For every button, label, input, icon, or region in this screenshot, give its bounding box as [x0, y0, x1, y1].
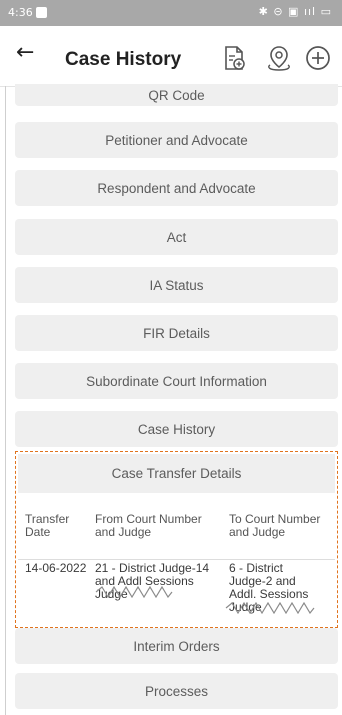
act-button[interactable]: Act: [15, 219, 338, 255]
ia-status-button[interactable]: IA Status: [15, 267, 338, 303]
location-pin-icon[interactable]: [265, 44, 293, 72]
petitioner-advocate-button[interactable]: Petitioner and Advocate: [15, 122, 338, 158]
interim-orders-button[interactable]: Interim Orders: [15, 628, 338, 664]
status-bar: 4:36 ✱ ⊝ ▣ ııl ▭: [0, 0, 342, 26]
notification-icon: [36, 7, 47, 18]
col-header-from-court: From Court Number and Judge: [95, 512, 202, 539]
content-left-border: [5, 86, 6, 715]
respondent-advocate-button[interactable]: Respondent and Advocate: [15, 170, 338, 206]
transfer-date-cell: 14-06-2022: [25, 561, 87, 575]
redaction-scribble: [95, 586, 173, 598]
col-header-transfer-date: Transfer Date: [25, 512, 70, 539]
qr-code-button[interactable]: QR Code: [15, 84, 338, 106]
status-time: 4:36: [8, 6, 33, 19]
add-circle-icon[interactable]: [304, 44, 332, 72]
fir-details-button[interactable]: FIR Details: [15, 315, 338, 351]
page-title: Case History: [65, 49, 182, 70]
document-add-icon[interactable]: [220, 44, 248, 72]
back-arrow-icon[interactable]: ←: [16, 42, 34, 64]
system-status-icons: ✱ ⊝ ▣ ııl ▭: [258, 5, 332, 18]
case-transfer-details-panel: Case Transfer Details Transfer Date From…: [15, 451, 338, 628]
subordinate-court-button[interactable]: Subordinate Court Information: [15, 363, 338, 399]
processes-button[interactable]: Processes: [15, 673, 338, 709]
app-header: ← Case History: [0, 26, 342, 87]
redaction-scribble: [225, 602, 315, 614]
row-divider: [18, 559, 335, 560]
col-header-to-court: To Court Number and Judge: [229, 512, 321, 539]
case-history-button[interactable]: Case History: [15, 411, 338, 447]
case-transfer-details-button[interactable]: Case Transfer Details: [18, 454, 335, 493]
